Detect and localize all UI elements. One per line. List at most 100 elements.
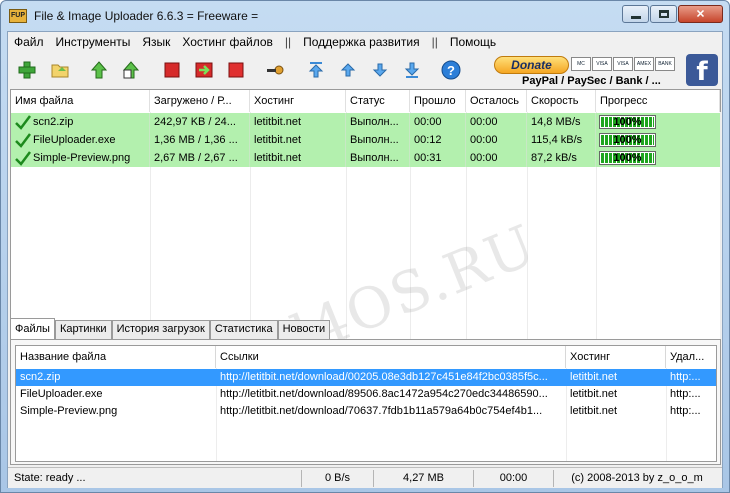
col-header-loaded[interactable]: Загружено / Р... (150, 90, 250, 112)
upload-filename: Simple-Preview.png (29, 149, 150, 167)
link-delete-url: http:... (670, 388, 701, 400)
move-bottom-icon[interactable] (402, 60, 422, 80)
menu-file-hosting[interactable]: Хостинг файлов (176, 35, 279, 49)
tab-news[interactable]: Новости (277, 320, 331, 339)
link-url: http://letitbit.net/download/89506.8ac14… (220, 388, 548, 400)
col-header-name[interactable]: Название файла (16, 346, 216, 368)
col-header-filename[interactable]: Имя файла (11, 90, 150, 112)
facebook-icon[interactable]: f (686, 54, 718, 87)
close-button[interactable]: ✕ (678, 5, 723, 23)
stop-icon[interactable] (162, 60, 182, 80)
upload-elapsed: 00:12 (410, 131, 466, 149)
donate-button[interactable]: Donate (494, 56, 569, 74)
upload-elapsed: 00:00 (410, 113, 466, 131)
client-area: Файл Инструменты Язык Хостинг файлов || … (7, 31, 723, 488)
upload-host: letitbit.net (250, 131, 346, 149)
title-bar[interactable]: FUP File & Image Uploader 6.6.3 = Freewa… (1, 1, 729, 31)
visa-electron-icon: VISA (613, 57, 633, 71)
payment-methods: PayPal / PaySec / Bank / ... (522, 75, 661, 87)
col-header-hosting[interactable]: Хостинг (250, 90, 346, 112)
menu-bar: Файл Инструменты Язык Хостинг файлов || … (8, 32, 722, 52)
menu-language[interactable]: Язык (136, 35, 176, 49)
open-folder-icon[interactable] (50, 60, 70, 80)
maximize-button[interactable] (650, 5, 677, 23)
status-speed: 0 B/s (302, 470, 374, 487)
upload-host: letitbit.net (250, 113, 346, 131)
add-icon[interactable] (17, 60, 37, 80)
stop-all-icon[interactable] (226, 60, 246, 80)
status-total-size: 4,27 MB (374, 470, 474, 487)
menu-tools[interactable]: Инструменты (50, 35, 137, 49)
col-header-remaining[interactable]: Осталось (466, 90, 527, 112)
upload-filename: scn2.zip (29, 113, 150, 131)
upload-speed: 14,8 MB/s (527, 113, 596, 131)
col-header-progress[interactable]: Прогресс (596, 90, 720, 112)
visa-icon: VISA (592, 57, 612, 71)
link-host: letitbit.net (570, 405, 618, 417)
progress-bar: 100% (599, 133, 656, 147)
upload-status: Выполн... (346, 131, 410, 149)
upload-row[interactable]: scn2.zip 242,97 KB / 24... letitbit.net … (11, 113, 720, 131)
upload-speed: 87,2 kB/s (527, 149, 596, 167)
col-header-status[interactable]: Статус (346, 90, 410, 112)
link-delete-url: http:... (670, 405, 701, 417)
link-filename: Simple-Preview.png (20, 405, 118, 417)
status-state: State: ready ... (12, 470, 302, 487)
menu-support[interactable]: Поддержка развития (297, 35, 425, 49)
links-list[interactable]: Название файла Ссылки Хостинг Удал... sc… (15, 345, 717, 462)
link-filename: FileUploader.exe (20, 388, 103, 400)
link-host: letitbit.net (570, 388, 618, 400)
col-header-host[interactable]: Хостинг (566, 346, 666, 368)
tab-upload-history[interactable]: История загрузок (111, 320, 210, 339)
upload-row[interactable]: FileUploader.exe 1,36 MB / 1,36 ... leti… (11, 131, 720, 149)
move-top-icon[interactable] (306, 60, 326, 80)
upload-all-icon[interactable] (121, 60, 141, 80)
move-down-icon[interactable] (370, 60, 390, 80)
tab-strip: Файлы Картинки История загрузок Статисти… (10, 318, 331, 339)
link-row[interactable]: scn2.zip http://letitbit.net/download/00… (16, 369, 716, 386)
bank-icon: BANK (655, 57, 675, 71)
menu-help[interactable]: Помощь (444, 35, 502, 49)
upload-up-icon[interactable] (89, 60, 109, 80)
toolbar: ? Donate MC VISA VISA AMEX BANK PayPal /… (8, 53, 722, 89)
status-time: 00:00 (474, 470, 554, 487)
link-host: letitbit.net (570, 371, 618, 383)
link-url: http://letitbit.net/download/00205.08e3d… (220, 371, 548, 383)
key-icon[interactable] (265, 60, 285, 80)
column-divider (720, 112, 721, 341)
progress-bar: 100% (599, 115, 656, 129)
tab-images[interactable]: Картинки (54, 320, 112, 339)
minimize-icon (631, 16, 641, 19)
upload-row[interactable]: Simple-Preview.png 2,67 MB / 2,67 ... le… (11, 149, 720, 167)
upload-remaining: 00:00 (466, 131, 527, 149)
window-title: File & Image Uploader 6.6.3 = Freeware = (34, 9, 259, 23)
menu-separator: || (284, 35, 292, 49)
upload-speed: 115,4 kB/s (527, 131, 596, 149)
menu-file[interactable]: Файл (8, 35, 50, 49)
menu-separator: || (431, 35, 438, 49)
mastercard-icon: MC (571, 57, 591, 71)
tab-files[interactable]: Файлы (10, 318, 55, 339)
maximize-icon (659, 10, 669, 18)
link-row[interactable]: Simple-Preview.png http://letitbit.net/d… (16, 403, 716, 420)
link-row[interactable]: FileUploader.exe http://letitbit.net/dow… (16, 386, 716, 403)
upload-list[interactable]: Имя файла Загружено / Р... Хостинг Стату… (10, 89, 721, 392)
upload-progress-cell: 100% (596, 113, 720, 131)
progress-text: 100% (613, 152, 642, 164)
col-header-delete[interactable]: Удал... (666, 346, 716, 368)
col-header-elapsed[interactable]: Прошло (410, 90, 466, 112)
move-up-icon[interactable] (338, 60, 358, 80)
resume-icon[interactable] (194, 60, 214, 80)
minimize-button[interactable] (622, 5, 649, 23)
col-header-links[interactable]: Ссылки (216, 346, 566, 368)
col-header-speed[interactable]: Скорость (527, 90, 596, 112)
upload-loaded: 242,97 KB / 24... (150, 113, 250, 131)
upload-progress-cell: 100% (596, 131, 720, 149)
upload-remaining: 00:00 (466, 113, 527, 131)
link-url: http://letitbit.net/download/70637.7fdb1… (220, 405, 543, 417)
help-icon[interactable]: ? (441, 60, 461, 80)
upload-loaded: 1,36 MB / 1,36 ... (150, 131, 250, 149)
tab-statistics[interactable]: Статистика (209, 320, 278, 339)
status-bar: State: ready ... 0 B/s 4,27 MB 00:00 (c)… (8, 467, 722, 488)
files-panel: Название файла Ссылки Хостинг Удал... sc… (10, 339, 721, 465)
